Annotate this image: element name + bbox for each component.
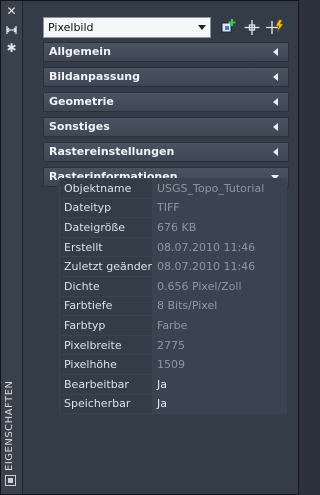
property-row[interactable]: Dateityp TIFF <box>59 197 287 219</box>
property-name: Dichte <box>59 275 153 297</box>
property-name: Dateityp <box>59 197 153 219</box>
property-name: Objektname <box>59 178 153 199</box>
property-value[interactable]: 08.07.2010 11:46 <box>152 256 287 277</box>
property-name: Farbtyp <box>59 315 153 336</box>
property-value[interactable]: 676 KB <box>152 217 287 238</box>
property-sections: Allgemein Bildanpassung Geometrie Sonsti… <box>43 42 289 187</box>
property-row[interactable]: Pixelhöhe 1509 <box>59 354 287 375</box>
section-label: Geometrie <box>49 95 114 108</box>
property-value[interactable]: 8 Bits/Pixel <box>152 295 287 317</box>
property-value[interactable]: Ja <box>152 393 287 415</box>
properties-icon <box>5 475 16 486</box>
chevron-left-icon <box>273 148 278 156</box>
property-value[interactable]: USGS_Topo_Tutorial <box>152 178 287 199</box>
property-row[interactable]: Dateigröße 676 KB <box>59 217 287 238</box>
section-label: Rastereinstellungen <box>49 145 175 158</box>
property-name: Erstellt <box>59 236 153 258</box>
section-label: Bildanpassung <box>49 70 140 83</box>
toggle-pickadd-icon[interactable] <box>219 18 239 37</box>
chevron-left-icon <box>273 123 278 131</box>
property-name: Pixelbreite <box>59 334 153 356</box>
property-row[interactable]: Objektname USGS_Topo_Tutorial <box>59 178 287 199</box>
property-name: Dateigröße <box>59 217 153 238</box>
property-value[interactable]: 08.07.2010 11:46 <box>152 236 287 258</box>
property-name: Bearbeitbar <box>59 373 153 395</box>
toolbar: Pixelbild <box>43 17 289 39</box>
section-geometrie[interactable]: Geometrie <box>43 92 289 112</box>
property-row[interactable]: Zuletzt geändert 08.07.2010 11:46 <box>59 256 287 277</box>
section-label: Allgemein <box>49 45 111 58</box>
property-row[interactable]: Erstellt 08.07.2010 11:46 <box>59 236 287 258</box>
property-name: Speicherbar <box>59 393 153 415</box>
property-value[interactable]: 2775 <box>152 334 287 356</box>
property-row[interactable]: Farbtiefe 8 Bits/Pixel <box>59 295 287 317</box>
chevron-down-icon <box>198 25 206 30</box>
object-type-value: Pixelbild <box>48 21 94 34</box>
property-name: Farbtiefe <box>59 295 153 317</box>
section-sonstiges[interactable]: Sonstiges <box>43 117 289 137</box>
property-value[interactable]: TIFF <box>152 197 287 219</box>
quick-select-icon[interactable] <box>265 18 285 37</box>
chevron-left-icon <box>273 48 278 56</box>
chevron-left-icon <box>273 98 278 106</box>
property-row[interactable]: Farbtyp Farbe <box>59 315 287 336</box>
section-allgemein[interactable]: Allgemein <box>43 42 289 62</box>
palette-title-strip: ✕ ✱ EIGENSCHAFTEN <box>1 1 23 494</box>
property-name: Pixelhöhe <box>59 354 153 375</box>
palette-title: EIGENSCHAFTEN <box>4 380 15 472</box>
property-row[interactable]: Bearbeitbar Ja <box>59 373 287 395</box>
autohide-icon[interactable] <box>4 23 19 37</box>
select-objects-icon[interactable] <box>242 18 262 37</box>
section-label: Sonstiges <box>49 120 110 133</box>
property-row[interactable]: Speicherbar Ja <box>59 393 287 415</box>
raster-info-table: Objektname USGS_Topo_Tutorial Dateityp TIFF… <box>59 178 287 415</box>
property-value[interactable]: Farbe <box>152 315 287 336</box>
section-rastereinstellungen[interactable]: Rastereinstellungen <box>43 142 289 162</box>
property-name: Zuletzt geändert <box>59 256 153 277</box>
property-value[interactable]: Ja <box>152 373 287 395</box>
property-value[interactable]: 1509 <box>152 354 287 375</box>
property-value[interactable]: 0.656 Pixel/Zoll <box>152 275 287 297</box>
property-row[interactable]: Dichte 0.656 Pixel/Zoll <box>59 275 287 297</box>
settings-icon[interactable]: ✱ <box>4 41 19 55</box>
object-type-select[interactable]: Pixelbild <box>43 17 211 38</box>
close-icon[interactable]: ✕ <box>4 4 19 18</box>
property-row[interactable]: Pixelbreite 2775 <box>59 334 287 356</box>
chevron-left-icon <box>273 73 278 81</box>
section-bildanpassung[interactable]: Bildanpassung <box>43 67 289 87</box>
